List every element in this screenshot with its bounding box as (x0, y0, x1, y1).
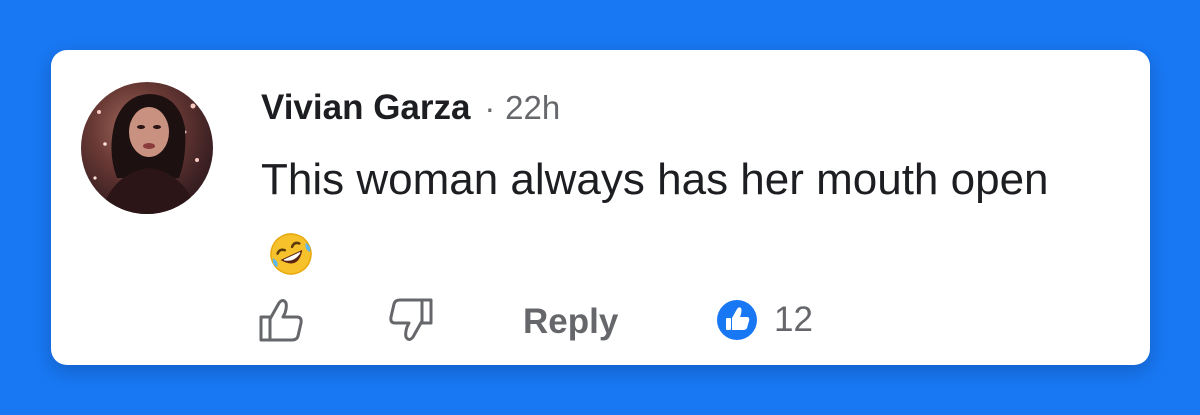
comment-text: This woman always has her mouth open (261, 155, 1049, 204)
comment-text-block: This woman always has her mouth open (261, 142, 1081, 294)
rolling-on-floor-laughing-emoji (270, 233, 312, 275)
like-reaction-icon (715, 298, 759, 342)
author-name[interactable]: Vivian Garza (261, 88, 470, 128)
avatar[interactable] (81, 82, 213, 214)
reaction-count: 12 (774, 300, 813, 339)
comment-actions: Reply 12 (256, 295, 856, 345)
thumbs-down-outline-icon (389, 298, 433, 341)
timestamp[interactable]: 22h (505, 89, 560, 127)
reply-button[interactable]: Reply (523, 297, 618, 347)
like-button[interactable] (256, 295, 311, 345)
dislike-button[interactable] (386, 295, 441, 345)
comment-card: Vivian Garza · 22h This woman always has… (51, 50, 1150, 365)
separator-dot: · (484, 90, 496, 126)
reaction-summary[interactable]: 12 (714, 297, 813, 343)
comment-header: Vivian Garza · 22h (261, 88, 560, 128)
avatar-photo (93, 94, 199, 214)
thumbs-up-outline-icon (259, 299, 303, 342)
